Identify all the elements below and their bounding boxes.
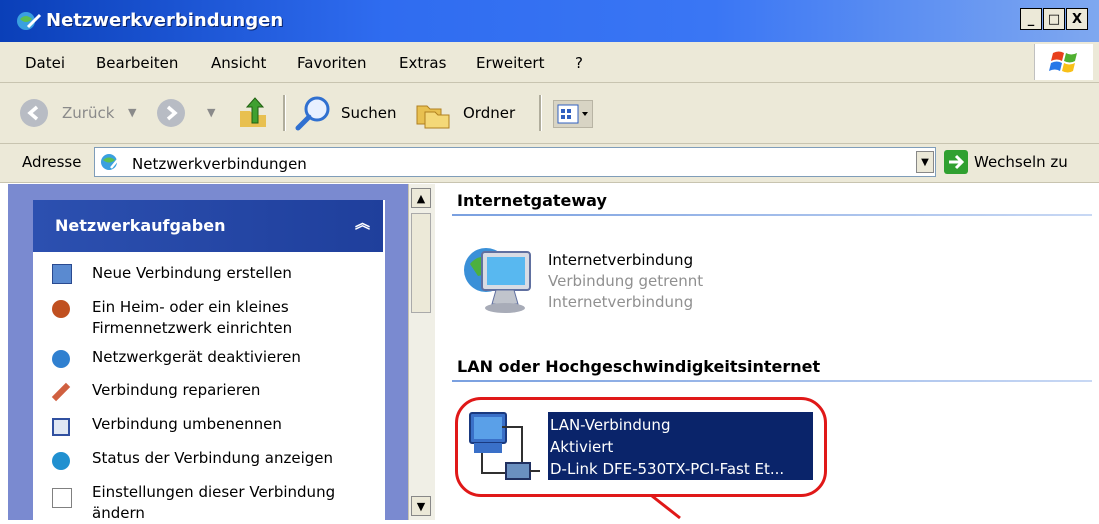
network-connections-icon	[101, 154, 121, 170]
search-icon[interactable]	[293, 94, 333, 132]
folders-button[interactable]: Ordner	[463, 104, 515, 122]
group-title-lan: LAN oder Hochgeschwindigkeitsinternet	[457, 357, 821, 376]
forward-arrow-icon[interactable]	[157, 99, 185, 127]
network-tasks-title: Netzwerkaufgaben	[55, 216, 226, 235]
menu-ansicht[interactable]: Ansicht	[211, 54, 266, 72]
up-folder-icon[interactable]	[236, 95, 270, 131]
address-label: Adresse	[22, 153, 82, 171]
maximize-button[interactable]: □	[1043, 8, 1065, 30]
menu-erweitert[interactable]: Erweitert	[476, 54, 544, 72]
back-dropdown-icon[interactable]: ▼	[128, 106, 136, 119]
views-icon	[557, 104, 588, 124]
menu-help[interactable]: ?	[575, 54, 583, 72]
go-button[interactable]: Wechseln zu	[974, 153, 1068, 171]
toolbar-separator	[283, 95, 286, 131]
address-value: Netzwerkverbindungen	[132, 155, 307, 173]
settings-checklist-icon	[52, 488, 72, 508]
group-divider	[452, 214, 1092, 216]
task-disable-device[interactable]: Netzwerkgerät deaktivieren	[92, 347, 301, 368]
views-button[interactable]	[553, 100, 593, 128]
menu-datei[interactable]: Datei	[25, 54, 65, 72]
collapse-chevron-icon[interactable]: ︽	[355, 212, 370, 233]
task-new-connection[interactable]: Neue Verbindung erstellen	[92, 263, 292, 284]
new-connection-icon	[52, 264, 72, 284]
back-arrow-icon[interactable]	[20, 99, 48, 127]
forward-dropdown-icon[interactable]: ▼	[207, 106, 215, 119]
minimize-button[interactable]: _	[1020, 8, 1042, 30]
menu-favoriten[interactable]: Favoriten	[297, 54, 366, 72]
rename-icon	[52, 418, 70, 436]
gateway-connection-type: Internetverbindung	[548, 293, 694, 311]
windows-logo	[1034, 44, 1093, 80]
group-title-gateway: Internetgateway	[457, 191, 607, 210]
task-home-network[interactable]: Ein Heim- oder ein kleines	[92, 297, 289, 318]
menu-bearbeiten[interactable]: Bearbeiten	[96, 54, 178, 72]
task-change-settings-line2[interactable]: ändern	[92, 503, 145, 524]
folders-icon[interactable]	[415, 98, 453, 130]
scroll-down-icon[interactable]: ▼	[411, 496, 431, 516]
task-home-network-line2[interactable]: Firmennetzwerk einrichten	[92, 318, 292, 339]
window-title: Netzwerkverbindungen	[46, 10, 284, 31]
group-divider	[452, 380, 1092, 382]
highlight-annotation	[455, 397, 827, 497]
task-status[interactable]: Status der Verbindung anzeigen	[92, 448, 333, 469]
scroll-thumb[interactable]	[411, 213, 431, 313]
annotation-arrow	[651, 494, 681, 520]
menu-extras[interactable]: Extras	[399, 54, 446, 72]
windows-flag-icon	[1049, 51, 1077, 73]
gateway-connection-name[interactable]: Internetverbindung	[548, 249, 693, 271]
internet-connection-icon[interactable]	[460, 238, 540, 324]
search-button[interactable]: Suchen	[341, 104, 397, 122]
gateway-connection-status: Verbindung getrennt	[548, 272, 704, 290]
close-button[interactable]: X	[1066, 8, 1088, 30]
task-repair[interactable]: Verbindung reparieren	[92, 380, 260, 401]
scroll-up-icon[interactable]: ▲	[411, 188, 431, 208]
network-connections-icon	[17, 12, 42, 30]
go-arrow-icon[interactable]	[944, 150, 968, 174]
status-icon	[52, 452, 70, 470]
back-button[interactable]: Zurück	[62, 104, 114, 122]
task-rename[interactable]: Verbindung umbenennen	[92, 414, 282, 435]
toolbar-separator	[539, 95, 542, 131]
address-dropdown-icon[interactable]: ▼	[916, 151, 934, 173]
home-network-icon	[52, 300, 70, 318]
disable-device-icon	[52, 350, 70, 368]
task-change-settings[interactable]: Einstellungen dieser Verbindung	[92, 482, 335, 503]
